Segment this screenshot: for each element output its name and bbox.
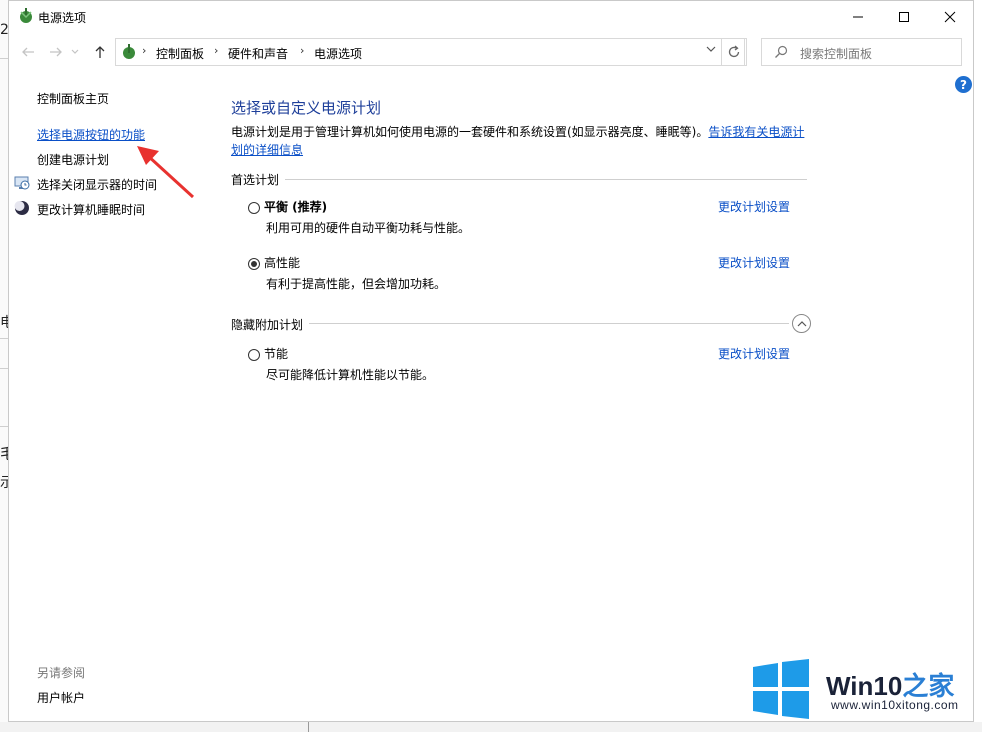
preferred-plans-heading: 首选计划 xyxy=(231,171,286,188)
monitor-clock-icon xyxy=(14,176,30,190)
chevron-up-icon xyxy=(797,320,806,326)
breadcrumb-power-options[interactable]: 电源选项 xyxy=(314,45,362,62)
up-button[interactable] xyxy=(91,43,109,61)
maximize-icon xyxy=(899,11,909,22)
arrow-left-icon xyxy=(22,47,34,57)
watermark-brand-name: Win10 xyxy=(826,671,903,701)
chevron-right-icon: › xyxy=(214,44,219,57)
breadcrumb-control-panel[interactable]: 控制面板 xyxy=(156,45,204,62)
maximize-button[interactable] xyxy=(881,1,927,32)
recent-locations-button[interactable] xyxy=(69,43,81,61)
chevron-down-icon xyxy=(71,49,79,54)
background-divider xyxy=(0,426,8,427)
background-divider xyxy=(0,338,8,339)
breadcrumb-hardware-sound[interactable]: 硬件和声音 xyxy=(228,45,288,62)
section-divider xyxy=(231,179,807,180)
chevron-down-icon xyxy=(706,46,716,52)
hidden-plans-heading: 隐藏附加计划 xyxy=(231,316,310,333)
chevron-right-icon: › xyxy=(142,44,147,57)
power-saver-plan-radio[interactable] xyxy=(248,349,260,361)
power-saver-plan-name[interactable]: 节能 xyxy=(264,345,288,362)
background-divider xyxy=(0,368,8,369)
sleep-time-link[interactable]: 更改计算机睡眠时间 xyxy=(37,201,145,218)
minimize-icon xyxy=(853,16,863,17)
section-divider xyxy=(231,323,789,324)
background-divider xyxy=(0,58,8,59)
power-button-settings-link[interactable]: 选择电源按钮的功能 xyxy=(37,126,145,143)
forward-button[interactable] xyxy=(47,43,65,61)
background-divider xyxy=(308,722,309,732)
description-text: 电源计划是用于管理计算机如何使用电源的一套硬件和系统设置(如显示器亮度、睡眠等)… xyxy=(231,125,709,139)
close-icon xyxy=(944,11,956,22)
watermark-brand-suffix: 之家 xyxy=(902,671,955,701)
navigation-bar: › 控制面板 › 硬件和声音 › 电源选项 搜索控制面板 xyxy=(9,35,973,69)
power-options-icon xyxy=(20,8,32,23)
power-options-window: 电源选项 › 控制面板 › 硬件和声音 › 电源选项 搜索控制面板 ? 控制面板… xyxy=(8,0,974,722)
search-box[interactable]: 搜索控制面板 xyxy=(761,38,962,66)
arrow-right-icon xyxy=(50,47,62,57)
windows-logo-watermark xyxy=(753,659,809,719)
search-icon xyxy=(775,45,788,58)
window-title: 电源选项 xyxy=(38,11,87,25)
taskbar-edge xyxy=(0,722,982,732)
close-button[interactable] xyxy=(927,1,973,32)
help-icon[interactable]: ? xyxy=(955,76,972,93)
high-performance-plan-description: 有利于提高性能，但会增加功耗。 xyxy=(266,277,447,291)
high-performance-plan-name[interactable]: 高性能 xyxy=(264,254,300,271)
balanced-change-settings-link[interactable]: 更改计划设置 xyxy=(718,198,790,215)
refresh-button[interactable] xyxy=(721,38,747,66)
balanced-plan-description: 利用可用的硬件自动平衡功耗与性能。 xyxy=(266,221,471,235)
balanced-plan-name[interactable]: 平衡 (推荐) xyxy=(264,198,327,215)
control-panel-home-link[interactable]: 控制面板主页 xyxy=(37,90,109,107)
create-power-plan-link[interactable]: 创建电源计划 xyxy=(37,151,109,168)
address-bar[interactable]: › 控制面板 › 硬件和声音 › 电源选项 xyxy=(115,38,745,66)
user-accounts-link[interactable]: 用户帐户 xyxy=(37,689,85,706)
watermark-url: www.win10xitong.com xyxy=(831,698,959,712)
address-dropdown[interactable] xyxy=(706,44,716,57)
arrow-up-icon xyxy=(95,46,105,58)
chevron-right-icon: › xyxy=(300,44,305,57)
power-saver-plan-description: 尽可能降低计算机性能以节能。 xyxy=(266,368,435,382)
collapse-hidden-plans-button[interactable] xyxy=(792,314,811,333)
page-description: 电源计划是用于管理计算机如何使用电源的一套硬件和系统设置(如显示器亮度、睡眠等)… xyxy=(231,123,811,159)
back-button[interactable] xyxy=(19,43,37,61)
moon-icon xyxy=(14,201,29,215)
high-performance-plan-radio[interactable] xyxy=(248,258,260,270)
balanced-plan-radio[interactable] xyxy=(248,202,260,214)
high-performance-change-settings-link[interactable]: 更改计划设置 xyxy=(718,254,790,271)
refresh-icon xyxy=(728,45,740,58)
power-saver-change-settings-link[interactable]: 更改计划设置 xyxy=(718,345,790,362)
minimize-button[interactable] xyxy=(835,1,881,32)
page-title: 选择或自定义电源计划 xyxy=(231,99,382,117)
power-options-icon xyxy=(123,44,135,59)
annotation-arrow xyxy=(137,146,195,199)
search-input[interactable]: 搜索控制面板 xyxy=(800,45,872,62)
title-bar: 电源选项 xyxy=(9,1,973,32)
see-also-heading: 另请参阅 xyxy=(37,666,86,680)
